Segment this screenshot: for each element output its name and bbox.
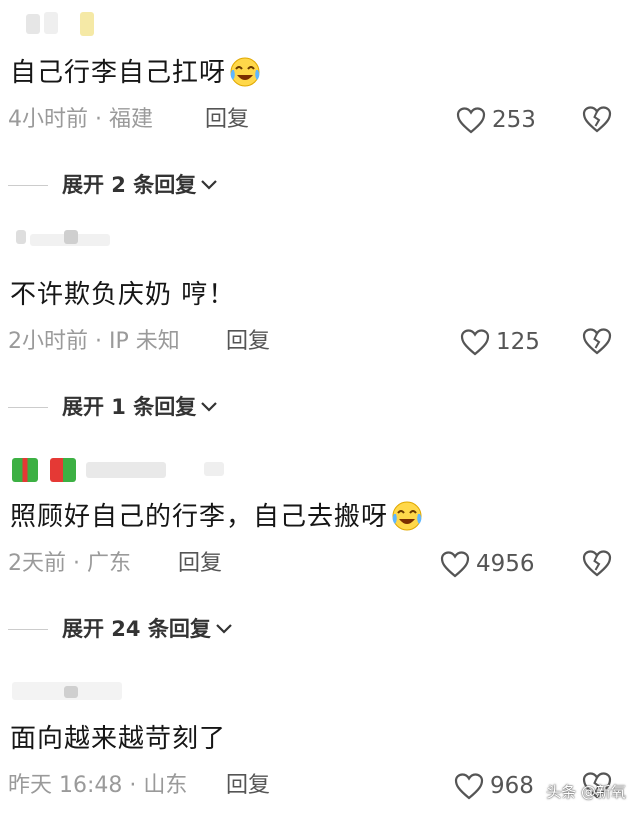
expand-replies-label: 展开 24 条回复 <box>62 617 211 641</box>
chevron-down-icon <box>216 624 232 634</box>
comment-text: 照顾好自己的行李，自己去搬呀 <box>10 500 424 541</box>
crying-laughing-emoji-icon <box>228 56 262 97</box>
expand-replies-label: 展开 1 条回复 <box>62 395 197 419</box>
comment-text: 自己行李自己扛呀 <box>10 56 262 97</box>
heart-outline-icon <box>456 107 486 134</box>
comment-meta: 2小时前 · IP 未知 <box>8 329 180 354</box>
comment-text: 面向越来越苛刻了 <box>10 724 227 754</box>
blurred-username[interactable] <box>8 228 228 254</box>
like-count: 125 <box>496 329 540 355</box>
like-count: 4956 <box>476 551 535 577</box>
like-count: 968 <box>490 773 534 799</box>
broken-heart-icon <box>582 328 612 355</box>
heart-outline-icon <box>454 773 484 800</box>
expand-replies-label: 展开 2 条回复 <box>62 173 197 197</box>
chevron-down-icon <box>201 180 218 190</box>
reply-button[interactable]: 回复 <box>226 327 270 357</box>
reply-button[interactable]: 回复 <box>178 549 222 579</box>
like-count: 253 <box>492 107 536 133</box>
dislike-button[interactable] <box>582 327 612 359</box>
dislike-button[interactable] <box>582 105 612 137</box>
chevron-down-icon <box>201 402 218 412</box>
watermark: 头条 @新氧 <box>546 783 626 801</box>
comment-text: 不许欺负庆奶 哼！ <box>10 280 236 310</box>
reply-button[interactable]: 回复 <box>226 771 270 801</box>
expand-replies-button[interactable]: 展开 2 条回复 <box>8 170 218 200</box>
like-button[interactable]: 125 <box>460 327 540 357</box>
expand-replies-button[interactable]: 展开 24 条回复 <box>8 614 233 644</box>
like-button[interactable]: 4956 <box>440 549 535 579</box>
blurred-username[interactable] <box>8 10 228 36</box>
crying-laughing-emoji-icon <box>390 500 424 541</box>
expand-replies-button[interactable]: 展开 1 条回复 <box>8 392 218 422</box>
comment-meta: 4小时前 · 福建 <box>8 107 153 132</box>
blurred-username[interactable] <box>8 456 228 482</box>
comment-meta: 昨天 16:48 · 山东 <box>8 773 188 798</box>
broken-heart-icon <box>582 106 612 133</box>
comment-meta: 2天前 · 广东 <box>8 551 131 576</box>
heart-outline-icon <box>460 329 490 356</box>
like-button[interactable]: 968 <box>454 771 534 801</box>
blurred-username[interactable] <box>8 678 228 704</box>
dislike-button[interactable] <box>582 549 612 581</box>
heart-outline-icon <box>440 551 470 578</box>
broken-heart-icon <box>582 550 612 577</box>
reply-button[interactable]: 回复 <box>205 105 249 135</box>
like-button[interactable]: 253 <box>456 105 536 135</box>
